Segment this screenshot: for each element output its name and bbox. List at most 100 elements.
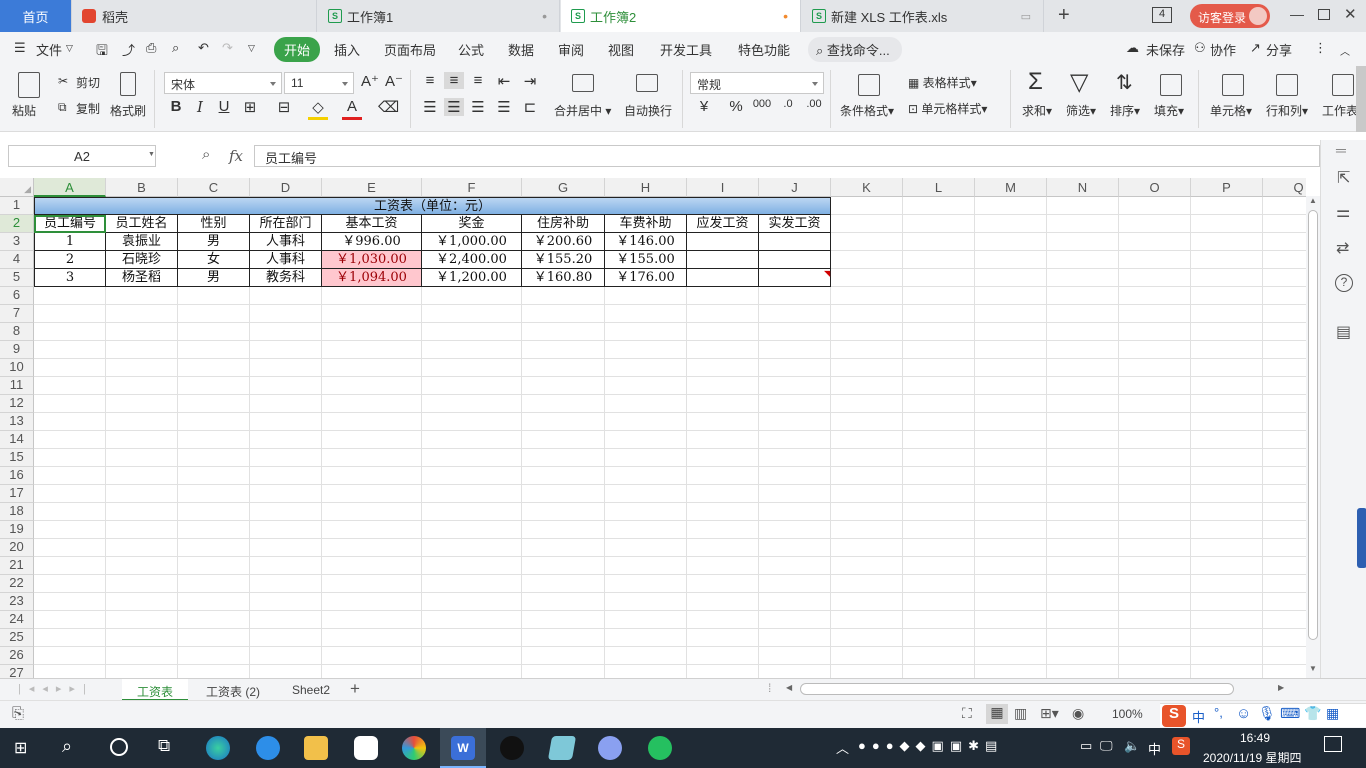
app-icon[interactable] (354, 736, 378, 760)
cell[interactable] (1047, 557, 1119, 575)
cell[interactable] (106, 575, 178, 593)
increase-decimal-icon[interactable]: .0 (778, 98, 798, 110)
clock-date[interactable]: 2020/11/19 星期四 (1203, 749, 1302, 766)
cell[interactable] (1191, 413, 1263, 431)
cell[interactable] (1191, 593, 1263, 611)
column-header[interactable]: O (1119, 178, 1191, 197)
cell[interactable] (250, 503, 322, 521)
cell[interactable] (605, 359, 687, 377)
wrap-icon[interactable] (636, 74, 658, 92)
new-tab-button[interactable]: + (1058, 4, 1070, 27)
table-cell[interactable]: ￥996.00 (322, 233, 422, 251)
percent-icon[interactable]: % (726, 98, 746, 115)
cell[interactable] (1191, 395, 1263, 413)
format-painter-icon[interactable] (120, 72, 136, 96)
table-cell[interactable] (687, 251, 759, 269)
header-cell[interactable]: 所在部门 (250, 215, 322, 233)
align-left-icon[interactable]: ☰ (420, 98, 440, 116)
cell[interactable] (687, 665, 759, 678)
eye-protect-icon[interactable]: ◉ (1072, 705, 1084, 722)
sort-button[interactable]: 排序▾ (1110, 102, 1140, 119)
cell[interactable] (106, 611, 178, 629)
close-icon[interactable]: ✕ (1344, 5, 1357, 23)
cell[interactable] (1263, 215, 1306, 233)
cell[interactable] (1263, 575, 1306, 593)
table-cell[interactable]: 男 (178, 269, 250, 287)
zoom-level[interactable]: 100% (1112, 707, 1143, 721)
cell[interactable] (1263, 251, 1306, 269)
cell[interactable] (975, 629, 1047, 647)
cell[interactable] (422, 611, 522, 629)
ime-toolbar[interactable]: S 中 °, ☺ 🎙 ⌨ 👕 ▦ (1160, 703, 1366, 727)
cell[interactable] (687, 503, 759, 521)
cell[interactable] (605, 485, 687, 503)
cell[interactable] (106, 539, 178, 557)
cell[interactable] (975, 395, 1047, 413)
cell[interactable] (178, 323, 250, 341)
cell[interactable] (831, 359, 903, 377)
cell[interactable] (106, 305, 178, 323)
cell[interactable] (34, 521, 106, 539)
cell[interactable] (1047, 485, 1119, 503)
cell[interactable] (1263, 323, 1306, 341)
cell[interactable] (605, 449, 687, 467)
cell[interactable] (522, 593, 605, 611)
paste-button[interactable]: 粘贴 (12, 102, 36, 119)
cell[interactable] (687, 323, 759, 341)
unsaved-status[interactable]: 未保存 (1146, 40, 1185, 59)
cell[interactable] (1263, 611, 1306, 629)
explorer-icon[interactable] (304, 736, 328, 760)
row-header[interactable]: 15 (0, 449, 34, 467)
cell[interactable] (522, 629, 605, 647)
cell[interactable] (322, 305, 422, 323)
cell[interactable] (34, 377, 106, 395)
cell[interactable] (1047, 287, 1119, 305)
network-icon[interactable]: ▭ (1080, 738, 1092, 754)
cell-icon[interactable] (1222, 74, 1244, 96)
conditional-format-icon[interactable] (858, 74, 880, 96)
cell[interactable] (1119, 467, 1191, 485)
menu-dev[interactable]: 开发工具 (660, 40, 712, 59)
cell[interactable] (422, 467, 522, 485)
cell[interactable] (106, 359, 178, 377)
cell[interactable] (903, 287, 975, 305)
print-icon[interactable]: ⎙ (146, 40, 156, 56)
cell[interactable] (106, 629, 178, 647)
cell[interactable] (1191, 269, 1263, 287)
cell[interactable] (522, 575, 605, 593)
emoji-icon[interactable]: ☺ (1236, 705, 1251, 722)
copy-button[interactable]: 复制 (76, 100, 100, 117)
cell[interactable] (1047, 503, 1119, 521)
cell[interactable] (34, 593, 106, 611)
cell[interactable] (975, 575, 1047, 593)
table-cell[interactable]: ￥155.00 (605, 251, 687, 269)
cell[interactable] (322, 431, 422, 449)
menu-start[interactable]: 开始 (274, 37, 321, 62)
cell[interactable] (522, 539, 605, 557)
cell[interactable] (903, 431, 975, 449)
cell[interactable] (322, 557, 422, 575)
cell[interactable] (1191, 503, 1263, 521)
cell[interactable] (178, 593, 250, 611)
cell[interactable] (250, 467, 322, 485)
cell-button[interactable]: 单元格▾ (1210, 102, 1252, 119)
wps-taskbar-item[interactable]: W (440, 728, 486, 768)
cell[interactable] (322, 377, 422, 395)
cell[interactable] (903, 413, 975, 431)
table-cell[interactable] (759, 251, 831, 269)
cell[interactable] (422, 539, 522, 557)
cell[interactable] (975, 539, 1047, 557)
font-size-select[interactable]: 11 (284, 72, 354, 94)
cell[interactable] (178, 305, 250, 323)
cell[interactable] (975, 233, 1047, 251)
menu-insert[interactable]: 插入 (334, 40, 360, 59)
cell[interactable] (178, 287, 250, 305)
cell[interactable] (1191, 341, 1263, 359)
tab-home[interactable]: 首页 (0, 0, 72, 32)
cell[interactable] (605, 305, 687, 323)
cell[interactable] (687, 467, 759, 485)
filter-button[interactable]: 筛选▾ (1066, 102, 1096, 119)
cell[interactable] (1263, 269, 1306, 287)
cell[interactable] (322, 593, 422, 611)
cell[interactable] (1119, 395, 1191, 413)
